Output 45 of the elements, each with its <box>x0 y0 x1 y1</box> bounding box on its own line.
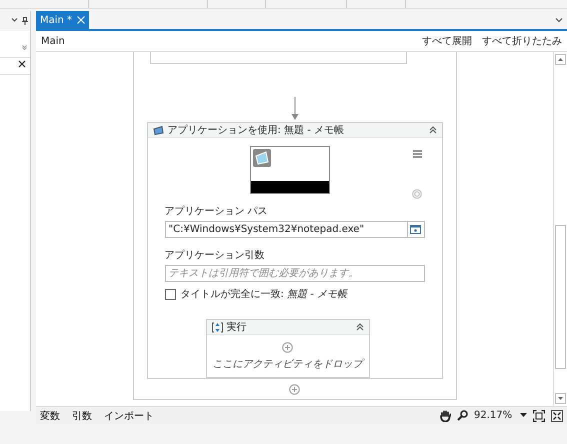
dropdown-icon[interactable] <box>11 17 18 23</box>
fit-screen-icon[interactable] <box>533 410 545 422</box>
dropdown-icon[interactable] <box>520 413 527 418</box>
search-icon[interactable] <box>457 410 468 421</box>
panel-tab[interactable]: インポート <box>104 408 154 422</box>
header-link[interactable]: すべて折りたたみ <box>482 34 562 48</box>
field-label: アプリケーション引数 <box>164 248 266 262</box>
input-field[interactable]: "C:¥Windows¥System32¥notepad.exe" <box>164 221 408 238</box>
up-arrow-icon <box>558 58 563 61</box>
checkbox[interactable] <box>164 288 176 300</box>
scroll-down-icon[interactable] <box>22 45 27 50</box>
down-arrow-icon <box>558 397 563 400</box>
menu-icon[interactable] <box>412 150 422 158</box>
sequence-title: 実行 <box>226 320 246 334</box>
close-icon[interactable] <box>18 60 26 68</box>
notepad-icon <box>152 126 164 134</box>
drop-hint: ここにアクティビティをドロップ <box>212 356 362 370</box>
window-icon <box>410 225 421 234</box>
document-tab[interactable]: Main * <box>36 11 90 29</box>
scroll-down-button[interactable] <box>555 393 566 404</box>
hand-icon[interactable] <box>440 410 451 422</box>
add-icon[interactable] <box>282 342 293 352</box>
arrow-icon <box>290 97 298 121</box>
zoom-level[interactable]: 92.17% <box>474 410 514 421</box>
full-size-icon[interactable] <box>551 410 563 422</box>
activity-card[interactable]: アプリケーションを使用: 無題 - メモ帳 アプリケーション パス "C:¥Windows¥System32¥notepad.exe" アプリケーション引数 テキストは引用符で囲む必要があります。 タイトルが完全に一致: 無題 - メモ帳 実行 ここにアクティビティをドロップ <box>146 122 442 379</box>
collapse-icon[interactable] <box>428 126 436 134</box>
add-icon[interactable] <box>289 384 300 395</box>
input-field[interactable]: テキストは引用符で囲む必要があります。 <box>164 265 424 282</box>
header-link[interactable]: すべて展開 <box>422 34 472 48</box>
dropdown-icon[interactable] <box>555 17 563 23</box>
panel-tab[interactable]: 変数 <box>40 408 60 422</box>
notepad-icon <box>252 149 270 167</box>
activity-title: アプリケーションを使用: 無題 - メモ帳 <box>168 124 344 137</box>
browse-button[interactable] <box>408 221 424 238</box>
field-label: アプリケーション パス <box>164 204 269 218</box>
scroll-up-button[interactable] <box>555 54 566 65</box>
breadcrumb[interactable]: Main <box>41 36 65 46</box>
checkbox-label: タイトルが完全に一致: 無題 - メモ帳 <box>180 288 348 301</box>
panel-tab[interactable]: 引数 <box>72 408 92 422</box>
pin-icon[interactable] <box>22 17 28 25</box>
scrollbar-thumb[interactable] <box>555 225 566 369</box>
sequence-icon <box>212 322 222 332</box>
collapse-icon[interactable] <box>356 323 364 331</box>
sequence-card[interactable]: 実行 ここにアクティビティをドロップ <box>206 319 370 378</box>
